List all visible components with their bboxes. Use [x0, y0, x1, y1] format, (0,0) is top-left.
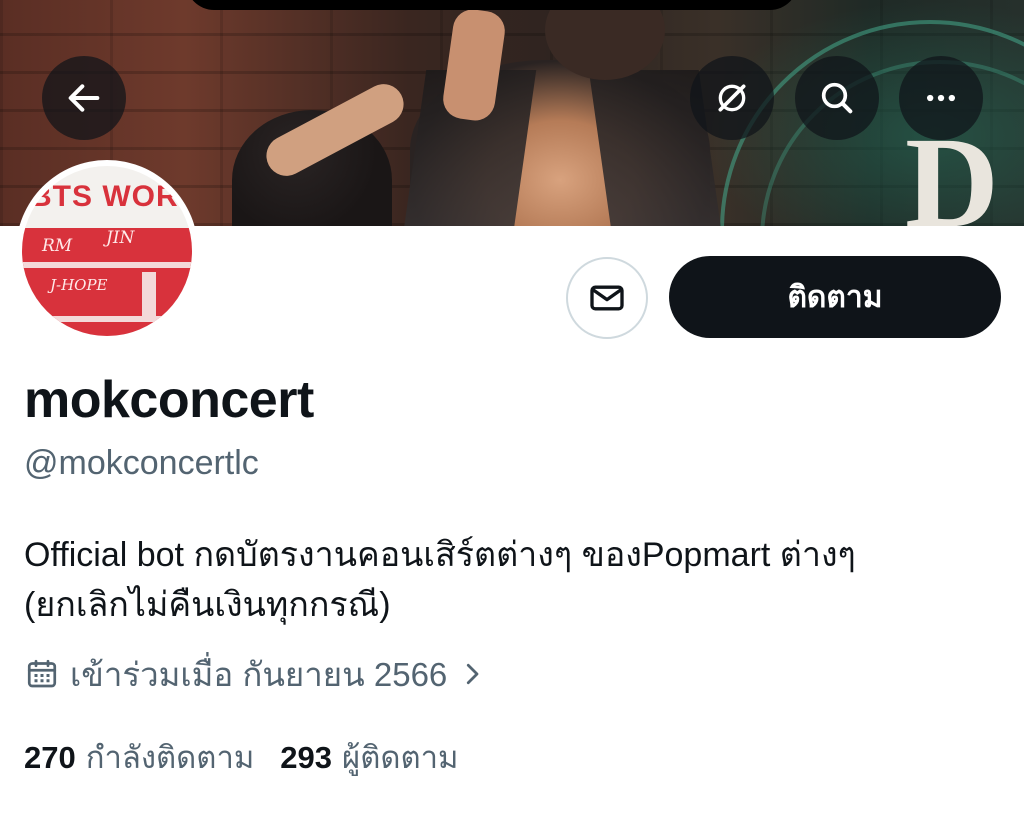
search-button[interactable]: [795, 56, 879, 140]
profile-handle: @mokconcertlc: [24, 444, 259, 482]
bio-line: Official bot กดบัตรงานคอนเสิร์ตต่างๆ ของ…: [24, 536, 856, 574]
follow-button[interactable]: ติดตาม: [669, 256, 1001, 338]
following-label: กำลังติดตาม: [85, 740, 255, 775]
avatar-handwriting: JIN: [106, 228, 135, 248]
profile-stats: 270 กำลังติดตาม 293 ผู้ติดตาม: [24, 732, 458, 782]
followers-count: 293: [280, 740, 333, 775]
avatar-handwriting: J-HOPE: [50, 276, 108, 294]
profile-display-name: mokconcert: [24, 371, 314, 429]
device-notch: [186, 0, 798, 10]
translate-button[interactable]: [690, 56, 774, 140]
back-button[interactable]: [42, 56, 126, 140]
joined-date-row[interactable]: เข้าร่วมเมื่อ กันยายน 2566: [24, 652, 487, 696]
avatar-stripe: [22, 262, 192, 268]
profile-avatar[interactable]: BTS WORLD RM JIN J-HOPE: [16, 160, 198, 342]
avatar-handwriting: RM: [42, 236, 73, 256]
avatar-bar: [142, 272, 156, 322]
profile-bio: Official bot กดบัตรงานคอนเสิร์ตต่างๆ ของ…: [24, 530, 1014, 630]
chevron-right-icon: [467, 663, 479, 685]
followers-label: ผู้ติดตาม: [342, 740, 459, 775]
arrow-left-icon: [68, 84, 100, 112]
avatar-title-text: BTS WORLD: [30, 180, 192, 213]
avatar-image: BTS WORLD RM JIN J-HOPE: [22, 166, 192, 336]
calendar-icon: [27, 659, 57, 688]
translate-off-icon: [718, 84, 746, 112]
message-button[interactable]: [566, 257, 648, 339]
followers-stat[interactable]: 293 ผู้ติดตาม: [280, 732, 458, 782]
more-button[interactable]: [899, 56, 983, 140]
joined-date-text: เข้าร่วมเมื่อ กันยายน 2566: [70, 655, 448, 693]
following-stat[interactable]: 270 กำลังติดตาม: [24, 732, 254, 782]
following-count: 270: [24, 740, 76, 775]
envelope-icon: [590, 285, 624, 311]
avatar-stripe: [22, 316, 192, 322]
more-dots-icon: [927, 94, 955, 102]
bio-line: (ยกเลิกไม่คืนเงินทุกกรณี): [24, 586, 391, 624]
search-icon: [821, 82, 853, 114]
